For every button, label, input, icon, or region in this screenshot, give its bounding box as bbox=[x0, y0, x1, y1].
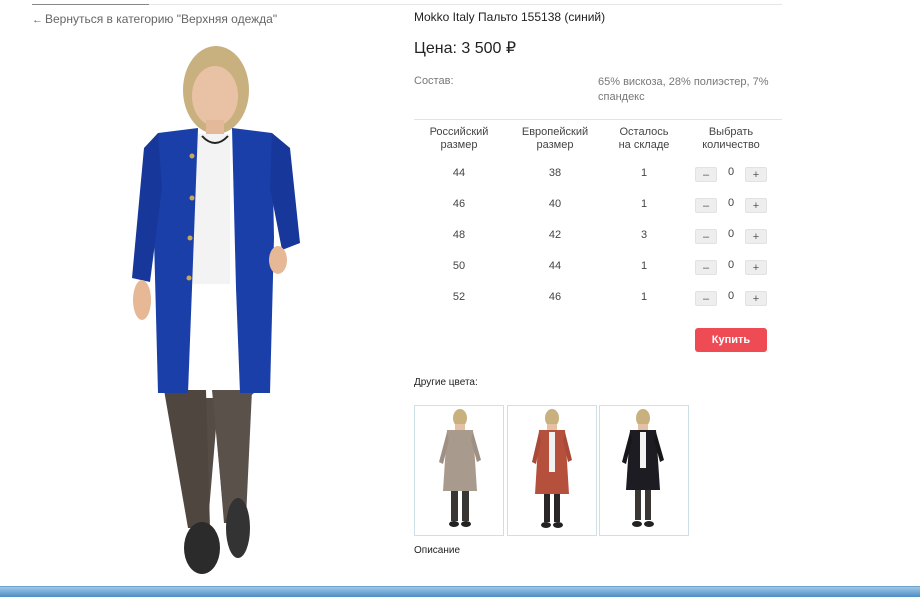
composition-label: Состав: bbox=[414, 75, 454, 87]
thumbnail-image bbox=[439, 409, 481, 527]
quantity-plus-button[interactable]: + bbox=[745, 260, 767, 275]
back-link-label: Вернуться в категорию "Верхняя одежда" bbox=[45, 12, 278, 26]
european-size-cell: 46 bbox=[548, 291, 562, 303]
table-row: 48 42 3 – 0 + bbox=[414, 228, 782, 260]
header-european-size-line2: размер bbox=[536, 139, 574, 151]
description-tab[interactable]: Описание bbox=[414, 545, 460, 556]
quantity-minus-button[interactable]: – bbox=[695, 198, 717, 213]
table-row: 50 44 1 – 0 + bbox=[414, 259, 782, 291]
russian-size-cell: 48 bbox=[452, 229, 466, 241]
quantity-value: 0 bbox=[727, 228, 735, 240]
color-thumbnail-terracotta[interactable] bbox=[507, 405, 597, 536]
european-size-cell: 40 bbox=[548, 198, 562, 210]
quantity-minus-button[interactable]: – bbox=[695, 167, 717, 182]
header-russian-size-line2: размер bbox=[440, 139, 478, 151]
russian-size-cell: 52 bbox=[452, 291, 466, 303]
quantity-value: 0 bbox=[727, 197, 735, 209]
product-price: Цена: 3 500 ₽ bbox=[414, 40, 517, 57]
quantity-minus-button[interactable]: – bbox=[695, 260, 717, 275]
color-thumbnail-beige[interactable] bbox=[414, 405, 504, 536]
stock-cell: 1 bbox=[640, 198, 648, 210]
header-european-size: Европейский размер bbox=[508, 126, 602, 152]
russian-size-cell: 44 bbox=[452, 167, 466, 179]
quantity-plus-button[interactable]: + bbox=[745, 229, 767, 244]
stock-cell: 1 bbox=[640, 260, 648, 272]
color-thumbnail-black[interactable] bbox=[599, 405, 689, 536]
quantity-value: 0 bbox=[727, 166, 735, 178]
thumbnail-image bbox=[532, 409, 572, 528]
quantity-plus-button[interactable]: + bbox=[745, 167, 767, 182]
russian-size-cell: 50 bbox=[452, 260, 466, 272]
header-russian-size: Российский размер bbox=[414, 126, 504, 152]
quantity-minus-button[interactable]: – bbox=[695, 229, 717, 244]
buy-button[interactable]: Купить bbox=[695, 328, 767, 352]
header-stock: Осталось на складе bbox=[604, 126, 684, 152]
header-quantity-line1: Выбрать bbox=[708, 126, 754, 138]
product-title: Mokko Italy Пальто 155138 (синий) bbox=[414, 10, 606, 24]
russian-size-cell: 46 bbox=[452, 198, 466, 210]
european-size-cell: 44 bbox=[548, 260, 562, 272]
header-stock-line1: Осталось bbox=[619, 126, 669, 138]
european-size-cell: 38 bbox=[548, 167, 562, 179]
arrow-left-icon: ← bbox=[32, 14, 43, 26]
quantity-value: 0 bbox=[727, 290, 735, 302]
stock-cell: 3 bbox=[640, 229, 648, 241]
stock-cell: 1 bbox=[640, 167, 648, 179]
thumbnail-image bbox=[622, 409, 664, 527]
table-row: 44 38 1 – 0 + bbox=[414, 166, 782, 198]
header-quantity: Выбрать количество bbox=[688, 126, 774, 152]
header-european-size-line1: Европейский bbox=[521, 126, 589, 138]
stock-cell: 1 bbox=[640, 291, 648, 303]
os-taskbar bbox=[0, 586, 920, 597]
quantity-value: 0 bbox=[727, 259, 735, 271]
table-row: 46 40 1 – 0 + bbox=[414, 197, 782, 229]
header-russian-size-line1: Российский bbox=[429, 126, 489, 138]
quantity-minus-button[interactable]: – bbox=[695, 291, 717, 306]
composition-value: 65% вискоза, 28% полиэстер, 7% спандекс bbox=[598, 76, 769, 103]
european-size-cell: 42 bbox=[548, 229, 562, 241]
quantity-plus-button[interactable]: + bbox=[745, 291, 767, 306]
main-product-photo bbox=[132, 46, 300, 574]
header-stock-line2: на складе bbox=[618, 139, 670, 151]
back-to-category-link[interactable]: ← Вернуться в категорию "Верхняя одежда" bbox=[32, 12, 277, 26]
other-colors-label: Другие цвета: bbox=[414, 377, 478, 388]
quantity-plus-button[interactable]: + bbox=[745, 198, 767, 213]
table-row: 52 46 1 – 0 + bbox=[414, 290, 782, 322]
table-divider bbox=[414, 119, 782, 120]
top-divider-accent bbox=[32, 4, 149, 5]
header-quantity-line2: количество bbox=[702, 139, 760, 151]
